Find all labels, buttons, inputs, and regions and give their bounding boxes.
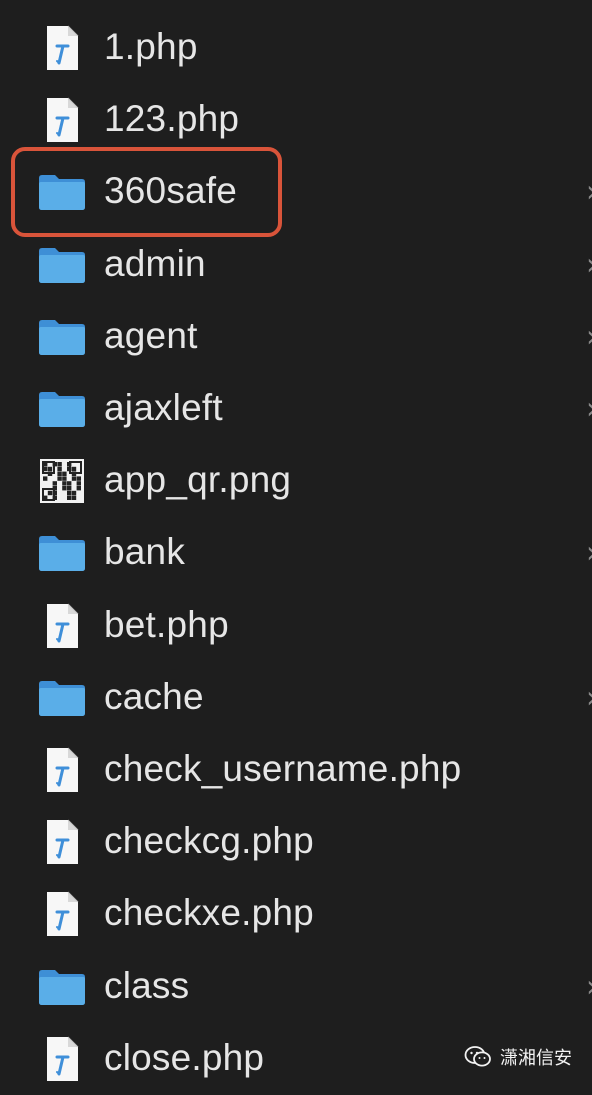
file-row[interactable]: 1.php (0, 12, 592, 84)
php-file-icon (37, 817, 87, 867)
chevron-right-icon[interactable]: › (586, 680, 592, 715)
chevron-right-icon[interactable]: › (586, 536, 592, 571)
file-row[interactable]: bet.php (0, 590, 592, 662)
file-name: agent (104, 315, 198, 357)
watermark: 潇湘信安 (464, 1044, 572, 1070)
folder-row[interactable]: class › (0, 950, 592, 1022)
file-name: checkcg.php (104, 820, 314, 862)
php-file-icon (37, 745, 87, 795)
file-row[interactable]: check_username.php (0, 734, 592, 806)
wechat-icon (464, 1045, 492, 1069)
chevron-right-icon[interactable]: › (586, 175, 592, 210)
file-name: ajaxleft (104, 387, 223, 429)
file-row[interactable]: checkxe.php (0, 878, 592, 950)
file-row[interactable]: 123.php (0, 84, 592, 156)
file-name: admin (104, 242, 206, 284)
qr-image-icon (37, 456, 87, 506)
file-name: bank (104, 531, 186, 573)
file-name: close.php (104, 1036, 265, 1078)
php-file-icon (37, 889, 87, 939)
chevron-right-icon[interactable]: › (586, 319, 592, 354)
php-file-icon (37, 1034, 87, 1084)
php-file-icon (37, 95, 87, 145)
chevron-right-icon[interactable]: › (586, 392, 592, 427)
folder-row[interactable]: admin › (0, 229, 592, 301)
file-name: checkxe.php (104, 892, 314, 934)
php-file-icon (37, 23, 87, 73)
file-name: app_qr.png (104, 459, 292, 501)
folder-row[interactable]: bank › (0, 517, 592, 589)
file-row[interactable]: app_qr.png (0, 445, 592, 517)
file-name: 1.php (104, 26, 198, 68)
file-name: class (104, 964, 190, 1006)
folder-icon (37, 240, 87, 290)
chevron-right-icon[interactable]: › (586, 247, 592, 282)
folder-row[interactable]: cache › (0, 662, 592, 734)
watermark-text: 潇湘信安 (500, 1048, 572, 1069)
highlight-box (11, 147, 282, 237)
file-name: cache (104, 675, 204, 717)
folder-icon (37, 962, 87, 1012)
php-file-icon (37, 601, 87, 651)
file-name: check_username.php (104, 748, 462, 790)
folder-row[interactable]: ajaxleft › (0, 373, 592, 445)
file-name: 123.php (104, 98, 240, 140)
folder-icon (37, 384, 87, 434)
file-row[interactable]: checkcg.php (0, 806, 592, 878)
folder-icon (37, 312, 87, 362)
file-name: bet.php (104, 603, 229, 645)
folder-row[interactable]: agent › (0, 301, 592, 373)
chevron-right-icon[interactable]: › (586, 969, 592, 1004)
folder-icon (37, 673, 87, 723)
folder-icon (37, 528, 87, 578)
